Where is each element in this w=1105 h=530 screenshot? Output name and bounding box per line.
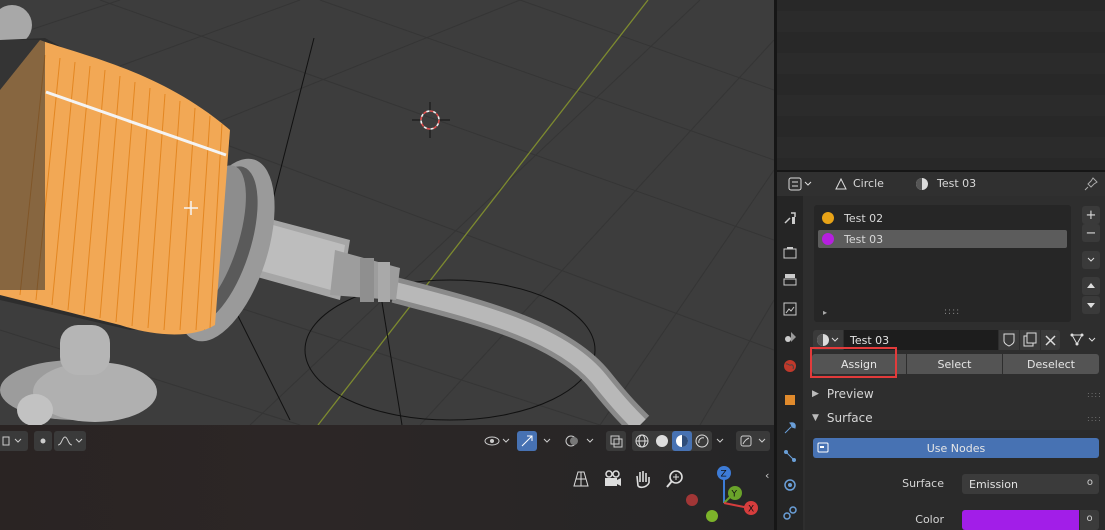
object-tab-icon[interactable] <box>780 390 800 410</box>
select-button[interactable]: Select <box>907 354 1002 374</box>
world-tab-icon[interactable] <box>780 356 800 376</box>
use-nodes-button[interactable]: Use Nodes <box>813 438 1099 458</box>
material-slot-list[interactable]: Test 02 Test 03 ▸ :::: <box>814 205 1071 322</box>
socket-link-icon[interactable]: o <box>1087 477 1093 488</box>
camera-icon[interactable] <box>601 468 623 490</box>
material-slot-selected[interactable]: Test 03 <box>818 230 1067 248</box>
svg-text:Z: Z <box>721 470 727 480</box>
move-slot-down-button[interactable] <box>1082 296 1100 314</box>
surface-panel-title: Surface <box>826 411 873 425</box>
surface-shader-label: Surface <box>902 477 944 490</box>
annotation-highlight-box <box>810 347 897 378</box>
properties-header: Circle Test 03 <box>777 172 1105 196</box>
navigation-gizmo[interactable]: Z Y X <box>684 461 764 525</box>
3d-cursor-icon[interactable] <box>412 102 450 138</box>
object-data-icon[interactable] <box>0 431 28 451</box>
hand-icon[interactable] <box>632 468 654 490</box>
falloff-icon[interactable] <box>54 431 86 451</box>
sidebar-toggle-icon[interactable]: ‹ <box>765 469 773 483</box>
render-tab-icon[interactable] <box>780 243 800 263</box>
properties-editor-type-icon[interactable] <box>787 175 815 193</box>
panel-drag-handle-icon[interactable]: :::: <box>1087 390 1102 399</box>
preview-panel-header[interactable]: ▶ Preview <box>812 383 874 405</box>
node-tree-icon <box>817 441 831 455</box>
viewport-scene <box>0 0 774 425</box>
material-shading-icon[interactable] <box>672 431 692 451</box>
preview-panel-title: Preview <box>826 387 874 401</box>
deselect-button[interactable]: Deselect <box>1003 354 1099 374</box>
gizmo-icon[interactable] <box>517 431 537 451</box>
wireframe-shading-icon[interactable] <box>632 431 652 451</box>
resize-handle-icon[interactable]: :::: <box>944 307 960 317</box>
shading-dropdown-icon[interactable] <box>712 431 728 451</box>
surface-shader-dropdown[interactable]: Emission o <box>962 474 1099 494</box>
unlink-material-icon[interactable] <box>1041 330 1060 350</box>
viewport-toolbar: Z Y X ‹ <box>0 425 774 530</box>
rendered-shading-icon[interactable] <box>692 431 712 451</box>
pin-icon[interactable] <box>1083 176 1099 192</box>
grid-icon[interactable] <box>570 468 592 490</box>
solid-shading-icon[interactable] <box>652 431 672 451</box>
zoom-icon[interactable] <box>664 468 686 490</box>
collapsed-arrow-icon: ▶ <box>812 389 819 399</box>
object-name: Circle <box>853 177 884 190</box>
modifier-tab-icon[interactable] <box>780 418 800 438</box>
svg-text:Y: Y <box>731 490 738 500</box>
camera-body-selected[interactable] <box>0 38 230 335</box>
properties-tabs <box>777 196 803 530</box>
visibility-icon[interactable] <box>482 431 512 451</box>
link-type-icon[interactable] <box>1068 330 1100 350</box>
surface-shader-value: Emission <box>969 477 1018 491</box>
output-tab-icon[interactable] <box>780 270 800 290</box>
color-swatch[interactable] <box>962 510 1079 530</box>
color-socket-link-icon[interactable]: o <box>1080 510 1099 530</box>
duplicate-material-icon[interactable] <box>1020 330 1040 350</box>
physics-tab-icon[interactable] <box>780 475 800 495</box>
material-name: Test 03 <box>937 177 977 190</box>
use-nodes-label: Use Nodes <box>926 441 986 455</box>
expand-arrow-icon[interactable]: ▸ <box>823 308 827 317</box>
panel-drag-handle-icon[interactable]: :::: <box>1087 414 1102 423</box>
move-slot-up-button[interactable] <box>1082 277 1100 295</box>
xray-icon[interactable] <box>606 431 626 451</box>
tool-tab-icon[interactable] <box>780 208 800 228</box>
usb-cable[interactable] <box>391 277 650 425</box>
svg-text:X: X <box>748 505 754 515</box>
slot-color-icon <box>822 233 834 245</box>
color-label: Color <box>915 513 944 526</box>
gizmo-dropdown-icon[interactable] <box>539 431 555 451</box>
expanded-arrow-icon: ▼ <box>812 413 819 423</box>
editor-type-icon[interactable] <box>736 431 770 451</box>
add-slot-button[interactable]: + <box>1082 206 1100 224</box>
slot-color-icon <box>822 212 834 224</box>
slot-specials-button[interactable] <box>1082 251 1100 269</box>
3d-viewport[interactable] <box>0 0 774 425</box>
overlay-icon[interactable] <box>562 431 596 451</box>
material-icon <box>914 176 930 192</box>
surface-panel-header[interactable]: ▼ Surface <box>812 407 873 429</box>
remove-slot-button[interactable]: − <box>1082 224 1100 242</box>
material-slot[interactable]: Test 02 <box>818 209 1067 227</box>
slot-name: Test 02 <box>844 211 884 225</box>
proportional-icon[interactable] <box>34 431 52 451</box>
particles-tab-icon[interactable] <box>780 446 800 466</box>
scene-tab-icon[interactable] <box>780 327 800 347</box>
object-icon <box>833 176 849 192</box>
outliner[interactable] <box>777 0 1105 170</box>
constraints-tab-icon[interactable] <box>780 503 800 523</box>
fake-user-icon[interactable] <box>999 330 1019 350</box>
view-layer-tab-icon[interactable] <box>780 299 800 319</box>
slot-name: Test 03 <box>844 232 884 246</box>
